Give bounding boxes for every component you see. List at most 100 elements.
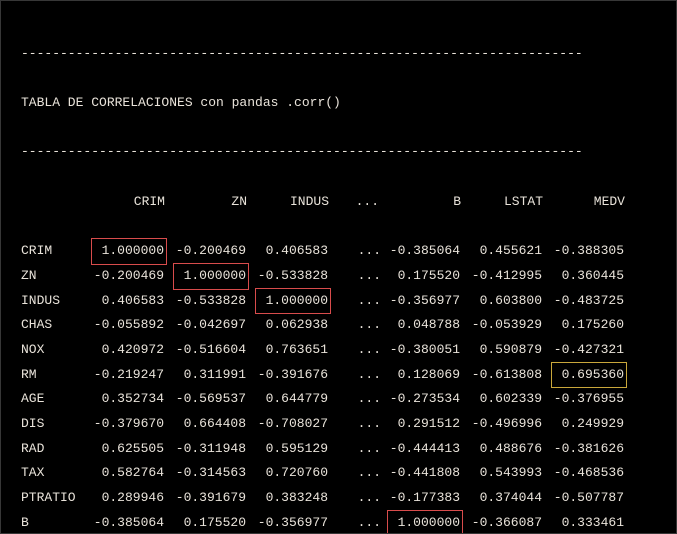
col-header: B xyxy=(381,190,463,215)
cell: -0.219247 xyxy=(85,363,167,388)
cell: -0.311948 xyxy=(167,437,249,462)
cell: -0.053929 xyxy=(463,313,545,338)
cell: 0.625505 xyxy=(85,437,167,462)
col-header: INDUS xyxy=(249,190,331,215)
terminal-output: ----------------------------------------… xyxy=(0,0,677,534)
cell: 0.175520 xyxy=(381,264,463,289)
cell: -0.412995 xyxy=(463,264,545,289)
cell: 0.695360 xyxy=(545,363,627,388)
cell: -0.708027 xyxy=(249,412,331,437)
cell: -0.388305 xyxy=(545,239,627,264)
cell-ellipsis: ... xyxy=(331,387,381,412)
cell: 1.000000 xyxy=(85,239,167,264)
cell-ellipsis: ... xyxy=(331,511,381,534)
cell: -0.380051 xyxy=(381,338,463,363)
cell: -0.055892 xyxy=(85,313,167,338)
table-row: INDUS 0.406583-0.533828 1.000000...-0.35… xyxy=(21,289,656,314)
cell: 0.128069 xyxy=(381,363,463,388)
table-row: NOX 0.420972-0.516604 0.763651...-0.3800… xyxy=(21,338,656,363)
cell: -0.200469 xyxy=(85,264,167,289)
cell: 0.644779 xyxy=(249,387,331,412)
cell: -0.613808 xyxy=(463,363,545,388)
row-index: PTRATIO xyxy=(21,486,85,511)
cell: -0.273534 xyxy=(381,387,463,412)
cell: 0.048788 xyxy=(381,313,463,338)
col-header: ZN xyxy=(167,190,249,215)
cell: -0.391676 xyxy=(249,363,331,388)
cell: 0.311991 xyxy=(167,363,249,388)
table-row: B-0.385064 0.175520-0.356977... 1.000000… xyxy=(21,511,656,534)
cell: 0.488676 xyxy=(463,437,545,462)
table-title: TABLA DE CORRELACIONES con pandas .corr(… xyxy=(21,91,656,116)
cell: -0.379670 xyxy=(85,412,167,437)
row-index: NOX xyxy=(21,338,85,363)
table-row: AGE 0.352734-0.569537 0.644779...-0.2735… xyxy=(21,387,656,412)
cell: -0.441808 xyxy=(381,461,463,486)
table-row: CHAS-0.055892-0.042697 0.062938... 0.048… xyxy=(21,313,656,338)
table-row: CRIM 1.000000-0.200469 0.406583...-0.385… xyxy=(21,239,656,264)
cell: 0.590879 xyxy=(463,338,545,363)
cell: 0.333461 xyxy=(545,511,627,534)
cell: 0.664408 xyxy=(167,412,249,437)
cell: 0.603800 xyxy=(463,289,545,314)
cell-ellipsis: ... xyxy=(331,486,381,511)
cell: 1.000000 xyxy=(249,289,331,314)
cell: 1.000000 xyxy=(381,511,463,534)
rule-bottom: ----------------------------------------… xyxy=(21,140,656,165)
cell: -0.516604 xyxy=(167,338,249,363)
cell: 0.406583 xyxy=(249,239,331,264)
cell: 0.175260 xyxy=(545,313,627,338)
cell: 0.582764 xyxy=(85,461,167,486)
cell-ellipsis: ... xyxy=(331,363,381,388)
col-ellipsis: ... xyxy=(331,190,381,215)
cell: -0.366087 xyxy=(463,511,545,534)
cell-ellipsis: ... xyxy=(331,338,381,363)
table-row: DIS-0.379670 0.664408-0.708027... 0.2915… xyxy=(21,412,656,437)
cell: -0.356977 xyxy=(249,511,331,534)
row-index: TAX xyxy=(21,461,85,486)
cell: 0.360445 xyxy=(545,264,627,289)
cell: -0.385064 xyxy=(85,511,167,534)
cell: -0.376955 xyxy=(545,387,627,412)
cell: 0.595129 xyxy=(249,437,331,462)
col-header: MEDV xyxy=(545,190,627,215)
cell: -0.381626 xyxy=(545,437,627,462)
cell-ellipsis: ... xyxy=(331,289,381,314)
cell-ellipsis: ... xyxy=(331,264,381,289)
cell: 0.543993 xyxy=(463,461,545,486)
cell: -0.314563 xyxy=(167,461,249,486)
cell-ellipsis: ... xyxy=(331,239,381,264)
col-header: LSTAT xyxy=(463,190,545,215)
cell: 0.720760 xyxy=(249,461,331,486)
table-row: RAD 0.625505-0.311948 0.595129...-0.4444… xyxy=(21,437,656,462)
row-index: AGE xyxy=(21,387,85,412)
cell: -0.507787 xyxy=(545,486,627,511)
cell: 0.455621 xyxy=(463,239,545,264)
cell: -0.483725 xyxy=(545,289,627,314)
cell: -0.444413 xyxy=(381,437,463,462)
cell: 0.602339 xyxy=(463,387,545,412)
row-index: CRIM xyxy=(21,239,85,264)
cell: -0.468536 xyxy=(545,461,627,486)
row-index: DIS xyxy=(21,412,85,437)
cell: -0.496996 xyxy=(463,412,545,437)
cell: -0.385064 xyxy=(381,239,463,264)
cell: 0.289946 xyxy=(85,486,167,511)
cell: -0.177383 xyxy=(381,486,463,511)
cell: 1.000000 xyxy=(167,264,249,289)
cell: 0.763651 xyxy=(249,338,331,363)
cell-ellipsis: ... xyxy=(331,437,381,462)
rule-top: ----------------------------------------… xyxy=(21,42,656,67)
row-index: ZN xyxy=(21,264,85,289)
cell: -0.391679 xyxy=(167,486,249,511)
cell: 0.062938 xyxy=(249,313,331,338)
cell: 0.383248 xyxy=(249,486,331,511)
cell: -0.533828 xyxy=(249,264,331,289)
row-index: B xyxy=(21,511,85,534)
cell: -0.356977 xyxy=(381,289,463,314)
table-row: TAX 0.582764-0.314563 0.720760...-0.4418… xyxy=(21,461,656,486)
cell: -0.427321 xyxy=(545,338,627,363)
cell: 0.175520 xyxy=(167,511,249,534)
row-index: RAD xyxy=(21,437,85,462)
cell: 0.249929 xyxy=(545,412,627,437)
